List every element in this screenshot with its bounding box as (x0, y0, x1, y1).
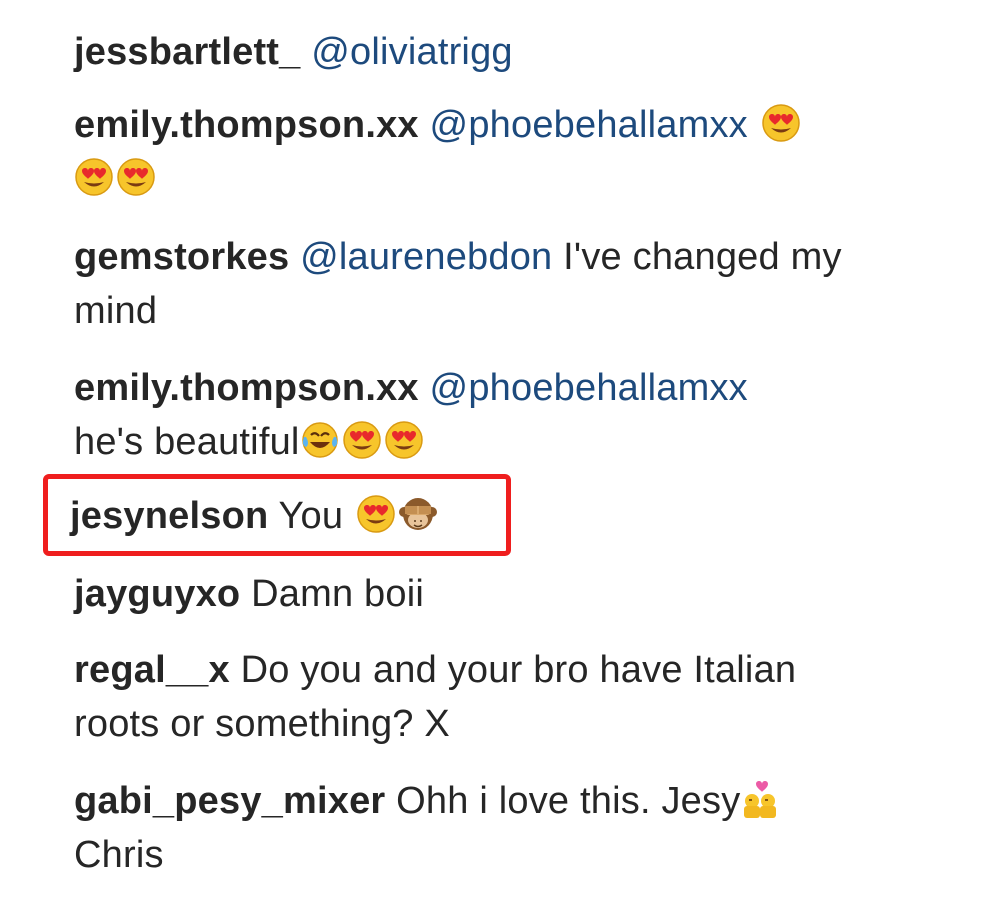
comment-text: Damn boii (251, 573, 424, 615)
heart-eyes-icon (356, 494, 396, 534)
comment-username[interactable]: jessbartlett_ (74, 31, 300, 73)
comment-mention[interactable]: @oliviatrigg (311, 31, 513, 73)
comment-4: emily.thompson.xx @phoebehallamxx he's b… (74, 361, 934, 469)
comment-7: regal__x Do you and your bro have Italia… (74, 643, 854, 751)
comment-username[interactable]: gemstorkes (74, 236, 289, 278)
comment-8: gabi_pesy_mixer Ohh i love this. Jesy Ch… (74, 774, 934, 882)
comment-username[interactable]: jesynelson (70, 495, 268, 537)
comment-username[interactable]: emily.thompson.xx (74, 104, 419, 146)
comment-mention[interactable]: @phoebehallamxx (430, 367, 748, 409)
heart-eyes-icon (116, 157, 156, 197)
comment-username[interactable]: regal__x (74, 649, 230, 691)
comment-text: he's beautiful (74, 421, 300, 463)
comment-1: jessbartlett_ @oliviatrigg (74, 25, 934, 79)
comment-username[interactable]: emily.thompson.xx (74, 367, 419, 409)
see-no-evil-monkey-icon (398, 494, 438, 534)
comment-mention[interactable]: @phoebehallamxx (430, 104, 748, 146)
comment-text: You (278, 495, 344, 537)
comment-5: jesynelson You (70, 489, 930, 543)
comment-mention[interactable]: @laurenebdon (300, 236, 552, 278)
couple-with-heart-icon (740, 779, 780, 819)
comment-text: Ohh i love this. Jesy (396, 780, 741, 822)
heart-eyes-icon (342, 420, 382, 460)
heart-eyes-icon (384, 420, 424, 460)
comment-username[interactable]: gabi_pesy_mixer (74, 780, 385, 822)
comment-text-continued: Chris (74, 834, 164, 876)
comment-username[interactable]: jayguyxo (74, 573, 240, 615)
comment-3: gemstorkes @laurenebdon I've changed my … (74, 230, 934, 338)
heart-eyes-icon (761, 103, 801, 143)
comment-6: jayguyxo Damn boii (74, 567, 934, 621)
heart-eyes-icon (74, 157, 114, 197)
tears-of-joy-icon (300, 420, 340, 460)
comment-2: emily.thompson.xx @phoebehallamxx (74, 98, 934, 206)
